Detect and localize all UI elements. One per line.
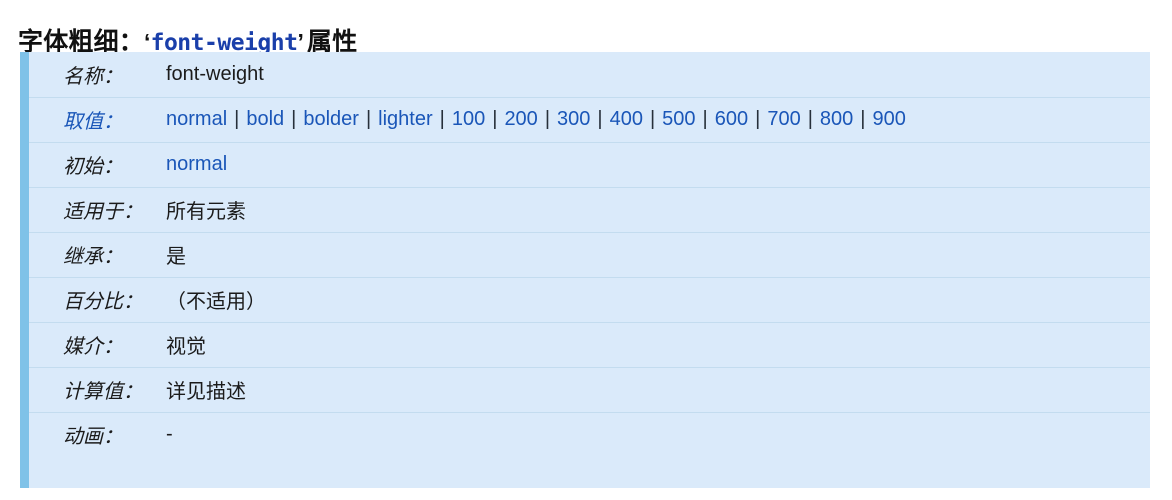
value-token: lighter xyxy=(378,108,433,130)
table-row: 计算值： 详见描述 xyxy=(29,366,1150,412)
row-label: 动画： xyxy=(29,411,144,457)
table-row: 继承：是 xyxy=(29,231,1150,277)
value-token: bolder xyxy=(303,108,359,130)
value-separator: | xyxy=(439,108,445,130)
closing-quote: ’ xyxy=(297,28,305,55)
page-root: 字体粗细：‘font-weight’ 属性 名称： font-weight 取值： no… xyxy=(0,0,1172,500)
value-token: 200 xyxy=(504,108,538,130)
value-separator: | xyxy=(492,108,498,130)
value-token: 400 xyxy=(609,108,643,130)
table-row: 名称： font-weight xyxy=(29,52,1150,97)
value-token: 800 xyxy=(819,108,854,130)
row-label: 百分比： xyxy=(29,276,144,322)
value-token: 900 xyxy=(872,108,906,130)
value-separator: | xyxy=(365,108,372,130)
value-separator: | xyxy=(291,108,297,130)
value-token: bold xyxy=(246,108,285,130)
value-separator: | xyxy=(597,108,603,130)
table-row: 取值： normal | bold | bolder | lighter | 100 | 200 | 30… xyxy=(29,96,1150,142)
value-token: 500 xyxy=(662,108,696,130)
row-value: 详见描述 xyxy=(144,366,1150,412)
table-row: 适用于： 所有元素 xyxy=(29,186,1150,232)
row-value: normal xyxy=(144,141,1150,187)
value-separator: | xyxy=(755,108,761,130)
value-token: 300 xyxy=(557,108,591,130)
row-label: 名称： xyxy=(63,65,123,88)
row-value: font-weight xyxy=(166,62,264,85)
row-label: 继承： xyxy=(29,231,144,277)
row-label: 适用于： xyxy=(29,186,144,232)
value-separator: | xyxy=(702,108,708,130)
row-value: 是 xyxy=(144,231,1150,277)
property-definition-body: 名称： font-weight 取值： normal | bold | bolder | ligh… xyxy=(29,52,1150,457)
table-row: 百分比： （不适用） xyxy=(29,276,1150,322)
row-value: （不适用） xyxy=(144,276,1150,322)
property-definition-table: 名称： font-weight 取值： normal | bold | bolder | ligh… xyxy=(29,52,1150,457)
table-row: 媒介： 视觉 xyxy=(29,321,1150,367)
value-separator: | xyxy=(807,108,813,130)
table-row: 初始： normal xyxy=(29,141,1150,187)
value-token: 100 xyxy=(451,108,486,130)
row-label: 计算值： xyxy=(29,366,144,412)
row-value: 视觉 xyxy=(144,321,1150,367)
value-separator: | xyxy=(860,108,866,130)
value-separator: | xyxy=(649,108,656,130)
opening-quote: ‘ xyxy=(144,28,151,55)
value-separator: | xyxy=(234,108,240,130)
row-value: 所有元素 xyxy=(144,186,1150,232)
value-separator: | xyxy=(544,108,551,130)
row-label: 初始： xyxy=(29,141,144,187)
row-label: 取值： xyxy=(29,96,144,142)
value-token: 700 xyxy=(767,108,801,130)
value-token: normal xyxy=(166,108,228,130)
row-label: 媒介： xyxy=(29,321,144,367)
row-value: - xyxy=(144,411,1150,457)
property-definition-panel: 名称： font-weight 取值： normal | bold | bolder | ligh… xyxy=(20,52,1150,488)
row-value: normal | bold | bolder | lighter | 100 | 200 | 300 | 4… xyxy=(144,96,1150,142)
value-token: 600 xyxy=(714,108,749,130)
table-row: 动画： - xyxy=(29,411,1150,457)
